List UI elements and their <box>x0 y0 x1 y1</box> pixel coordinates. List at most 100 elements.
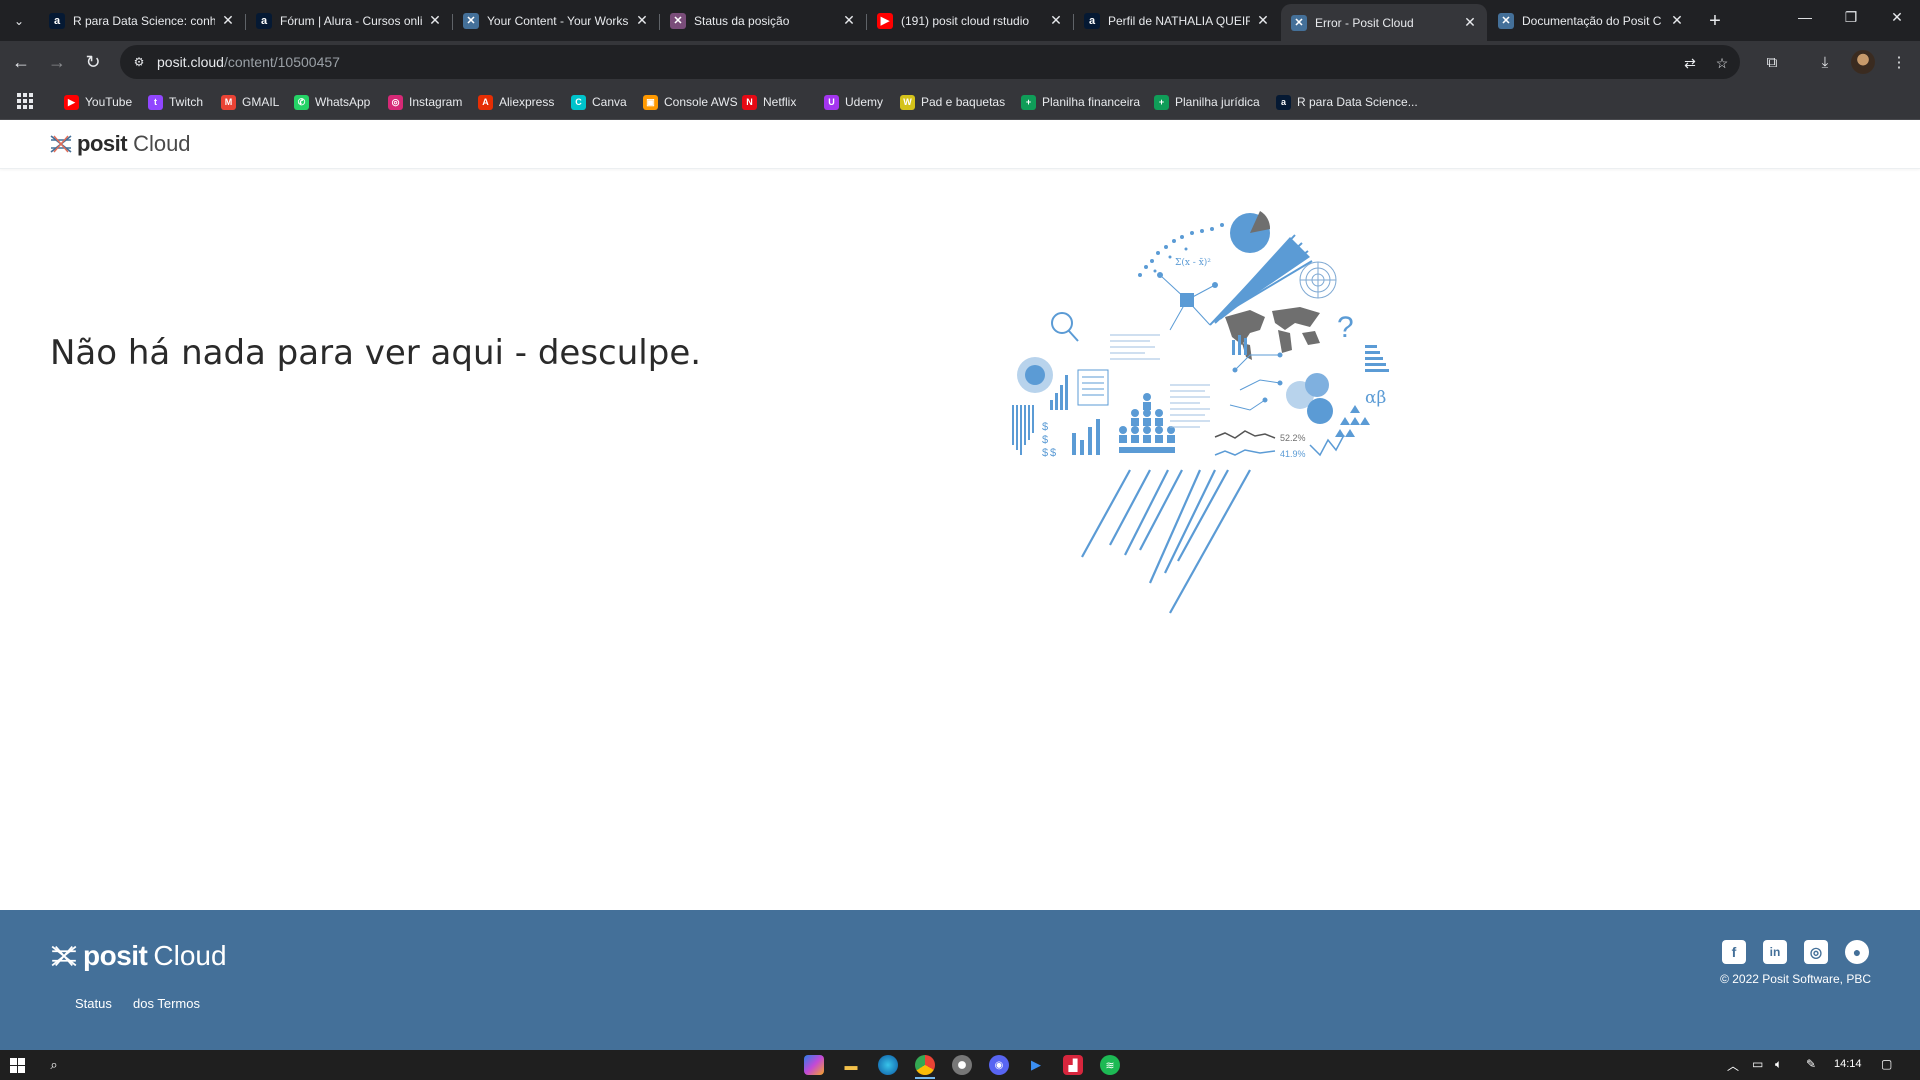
browser-tab[interactable]: ▶ (191) posit cloud rstudio ✕ <box>867 6 1073 35</box>
bookmark-label: Twitch <box>169 95 204 109</box>
footer-posit-cloud-logo[interactable]: posit Cloud <box>49 940 227 972</box>
close-tab-icon[interactable]: ✕ <box>633 12 651 30</box>
pie-chart-icon <box>1230 211 1271 253</box>
bookmark-item[interactable]: ▣ Console AWS <box>643 92 738 112</box>
bookmark-item[interactable]: W Pad e baquetas <box>900 92 1005 112</box>
close-tab-icon[interactable]: ✕ <box>1668 12 1686 30</box>
bookmark-star-icon[interactable]: ☆ <box>1712 53 1732 73</box>
instagram-icon[interactable]: ◎ <box>1804 940 1828 964</box>
stacked-bars-icon <box>1365 345 1389 372</box>
spotify-icon[interactable]: ≋ <box>1100 1055 1120 1075</box>
bookmark-label: Canva <box>592 95 627 109</box>
browser-tab[interactable]: a Fórum | Alura - Cursos onli ✕ <box>246 6 452 35</box>
apps-grid-icon[interactable] <box>17 93 33 109</box>
download-icon[interactable]: ⤓ <box>1814 51 1836 73</box>
canva-icon: C <box>571 94 586 110</box>
close-tab-icon[interactable]: ✕ <box>426 12 444 30</box>
reload-button[interactable]: ↻ <box>78 47 108 77</box>
close-window-button[interactable]: ✕ <box>1874 0 1920 34</box>
bookmark-item[interactable]: ✆ WhatsApp <box>294 92 370 112</box>
copyright-text: © 2022 Posit Software, PBC <box>1720 972 1871 986</box>
forward-button[interactable]: → <box>42 47 72 77</box>
extensions-icon[interactable]: ⧉ <box>1761 51 1783 73</box>
facebook-icon[interactable]: f <box>1722 940 1746 964</box>
bookmark-item[interactable]: ▶ YouTube <box>64 92 132 112</box>
udemy-icon: U <box>824 94 839 110</box>
question-mark-text: ? <box>1337 311 1354 344</box>
bookmark-item[interactable]: M GMAIL <box>221 92 279 112</box>
youtube-icon: ▶ <box>64 94 79 110</box>
back-button[interactable]: ← <box>6 47 36 77</box>
bookmark-item[interactable]: N Netflix <box>742 92 796 112</box>
footer-terms-link[interactable]: dos Termos <box>133 996 200 1011</box>
bookmark-item[interactable]: ◎ Instagram <box>388 92 462 112</box>
youtube-icon: ▶ <box>877 12 893 29</box>
bookmark-label: Planilha financeira <box>1042 95 1141 109</box>
url-text[interactable]: posit.cloud/content/10500457 <box>157 54 340 70</box>
bookmark-item[interactable]: C Canva <box>571 92 627 112</box>
browser-tab[interactable]: a R para Data Science: conhe ✕ <box>39 6 245 35</box>
tab-search-button[interactable]: ⌄ <box>6 8 32 34</box>
windows-start-icon[interactable] <box>10 1058 25 1073</box>
sheets-icon: + <box>1021 94 1036 110</box>
edge-icon[interactable] <box>878 1055 898 1075</box>
chrome-profile-icon[interactable] <box>952 1055 972 1075</box>
github-icon[interactable]: ● <box>1845 940 1869 964</box>
magnifier-icon <box>1051 312 1079 342</box>
scatter-dots-icon <box>1138 223 1224 277</box>
bookmark-item[interactable]: U Udemy <box>824 92 883 112</box>
translate-icon[interactable]: ⇄ <box>1680 53 1700 73</box>
new-tab-button[interactable]: + <box>1702 8 1728 34</box>
discord-icon[interactable]: ◉ <box>989 1055 1009 1075</box>
player-icon[interactable]: ▶ <box>1026 1055 1046 1075</box>
data-science-cloud-illustration: Σ(x - x̄)² ? αβ $ $ $ $ 52.2% 41.9% <box>1012 211 1389 614</box>
file-explorer-icon[interactable]: ▬ <box>841 1055 861 1075</box>
browser-tab[interactable]: ✕ Documentação do Posit C ✕ <box>1488 6 1694 35</box>
line-chart-icon <box>1214 430 1276 456</box>
chrome-icon[interactable] <box>909 1050 941 1080</box>
browser-tab[interactable]: ✕ Error - Posit Cloud ✕ <box>1281 4 1487 41</box>
bookmark-item[interactable]: + Planilha financeira <box>1021 92 1140 112</box>
zigzag-chart-icon <box>1309 434 1345 457</box>
linkedin-icon[interactable]: in <box>1763 940 1787 964</box>
close-tab-icon[interactable]: ✕ <box>1461 14 1479 32</box>
tab-title: Your Content - Your Works <box>487 13 629 28</box>
footer-status-link[interactable]: Status <box>75 996 112 1011</box>
posit-cloud-logo[interactable]: posit Cloud <box>49 131 191 157</box>
bookmark-item[interactable]: a R para Data Science... <box>1276 92 1418 112</box>
close-tab-icon[interactable]: ✕ <box>219 12 237 30</box>
browser-tab[interactable]: a Perfil de NATHALIA QUEIR ✕ <box>1074 6 1280 35</box>
browser-menu-icon[interactable]: ⋮ <box>1888 51 1910 73</box>
close-tab-icon[interactable]: ✕ <box>1254 12 1272 30</box>
search-icon[interactable]: ⌕ <box>44 1055 64 1075</box>
alura-icon: a <box>256 12 272 29</box>
triangles-icon <box>1335 405 1370 437</box>
alura-icon: a <box>1084 12 1100 29</box>
amd-icon[interactable]: ▟ <box>1063 1055 1083 1075</box>
minimize-button[interactable]: — <box>1782 0 1828 34</box>
notifications-icon[interactable]: ▢ <box>1881 1057 1892 1071</box>
people-icon <box>1119 393 1175 453</box>
data-rain-lines <box>1081 469 1251 614</box>
pen-icon[interactable]: ✎ <box>1806 1057 1816 1071</box>
tab-strip: ⌄ a R para Data Science: conhe ✕ a Fórum | A… <box>0 0 1920 41</box>
clock[interactable]: 14:14 <box>1834 1058 1862 1070</box>
volume-icon[interactable]: 🔈︎ <box>1775 1057 1782 1072</box>
site-info-icon[interactable]: ⚙ <box>130 53 148 71</box>
close-tab-icon[interactable]: ✕ <box>1047 12 1065 30</box>
tab-title: (191) posit cloud rstudio <box>901 13 1030 28</box>
tray-overflow-icon[interactable]: ︿ <box>1727 1057 1739 1074</box>
browser-tab[interactable]: ✕ Your Content - Your Works ✕ <box>453 6 659 35</box>
address-bar[interactable]: ⚙ posit.cloud/content/10500457 ⇄ ☆ <box>120 45 1740 79</box>
bookmark-item[interactable]: A Aliexpress <box>478 92 554 112</box>
bookmark-label: Udemy <box>845 95 884 109</box>
bookmark-item[interactable]: t Twitch <box>148 92 203 112</box>
browser-tab[interactable]: ✕ Status da posição ✕ <box>660 6 866 35</box>
profile-avatar[interactable] <box>1851 50 1875 74</box>
restore-button[interactable]: ❐ <box>1828 0 1874 34</box>
network-icon[interactable]: ▭ <box>1752 1057 1763 1071</box>
close-tab-icon[interactable]: ✕ <box>840 12 858 30</box>
copilot-icon[interactable] <box>804 1055 824 1075</box>
brand-name: posit <box>77 131 128 156</box>
bookmark-item[interactable]: + Planilha jurídica <box>1154 92 1260 112</box>
